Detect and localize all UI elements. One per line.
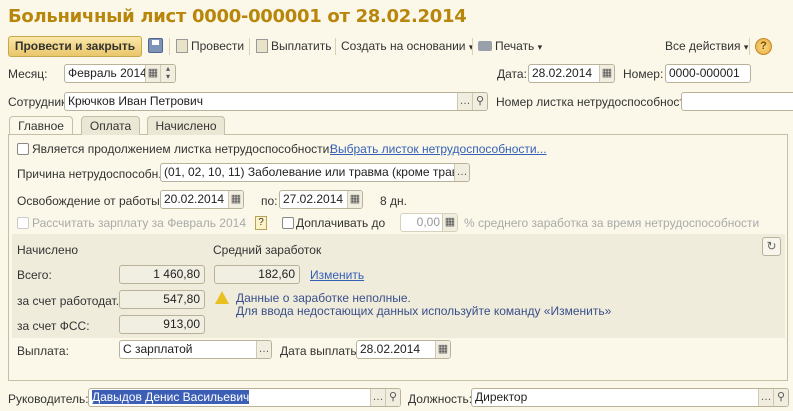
continuation-label: Является продолжением листка нетрудоспос… — [32, 142, 333, 156]
select-button[interactable]: … — [370, 389, 385, 406]
to-label: по: — [261, 194, 278, 208]
reason-field[interactable]: (01, 02, 10, 11) Заболевание или травма … — [160, 163, 470, 182]
month-label: Месяц: — [8, 67, 48, 81]
date-label: Дата: — [497, 67, 527, 81]
payment-date-field[interactable]: 28.02.2014 ▦ — [356, 340, 451, 359]
printer-icon — [478, 41, 492, 51]
calc-salary-label: Рассчитать зарплату за Февраль 2014 — [32, 216, 246, 230]
save-icon[interactable] — [148, 38, 163, 53]
fss-value: 913,00 — [119, 315, 205, 334]
date-field[interactable]: 28.02.2014 ▦ — [528, 64, 615, 83]
release-from-field[interactable]: 20.02.2014 ▦ — [160, 190, 244, 209]
warning-line2: Для ввода недостающих данных используйте… — [236, 304, 612, 318]
position-label: Должность: — [408, 392, 473, 406]
pay-icon — [256, 39, 268, 53]
select-button[interactable]: … — [256, 341, 271, 358]
help-button[interactable]: ? — [755, 38, 772, 55]
payment-date-label: Дата выплаты: — [280, 344, 363, 358]
payment-label: Выплата: — [17, 344, 69, 358]
manager-field[interactable]: Давыдов Денис Васильевич… ⚲ — [88, 388, 401, 407]
refresh-button[interactable]: ↻ — [762, 237, 781, 256]
topup-field: 0,00 ▦ — [400, 213, 458, 232]
position-field[interactable]: Директор… ⚲ — [471, 388, 789, 407]
calendar-icon[interactable]: ▦ — [599, 65, 614, 82]
print-menu[interactable]: Печать ▾ — [478, 36, 542, 57]
employee-field[interactable]: Крючков Иван Петрович… ⚲ — [64, 92, 488, 111]
total-label: Всего: — [17, 268, 52, 282]
page-title: Больничный лист 0000-000001 от 28.02.201… — [8, 6, 467, 27]
month-field[interactable]: Февраль 2014 ▦ ▴ ▾ — [64, 64, 176, 83]
number-label: Номер: — [623, 67, 664, 81]
warning-line1: Данные о заработке неполные. — [236, 291, 411, 305]
select-sheet-link[interactable]: Выбрать листок нетрудоспособности... — [330, 142, 547, 156]
fss-label: за счет ФСС: — [17, 319, 90, 333]
chevron-down-icon: ▾ — [537, 42, 543, 52]
spin-icon[interactable]: ▴ ▾ — [160, 65, 175, 82]
search-icon[interactable]: ⚲ — [472, 93, 487, 110]
post-and-close-button[interactable]: Провести и закрыть — [8, 36, 142, 57]
release-to-field[interactable]: 27.02.2014 ▦ — [279, 190, 363, 209]
chevron-down-icon: ▾ — [743, 42, 749, 52]
help-hint-icon[interactable]: ? — [255, 216, 267, 230]
calendar-icon[interactable]: ▦ — [347, 191, 362, 208]
topup-suffix: % среднего заработка за время нетрудоспо… — [464, 216, 760, 230]
avg-earnings-value: 182,60 — [214, 265, 300, 284]
avg-earnings-header: Средний заработок — [213, 243, 322, 257]
pay-button[interactable]: Выплатить — [256, 36, 332, 57]
reason-label: Причина нетрудоспособн.: — [17, 167, 165, 181]
select-button[interactable]: … — [454, 164, 469, 181]
select-button[interactable]: … — [457, 93, 472, 110]
employer-value: 547,80 — [119, 290, 205, 309]
change-link[interactable]: Изменить — [310, 268, 364, 282]
manager-label: Руководитель: — [8, 392, 89, 406]
number-field[interactable]: 0000-000001 — [665, 64, 751, 83]
employer-label: за счет работодат.: — [17, 294, 123, 308]
employee-label: Сотрудник: — [8, 95, 70, 109]
all-actions-menu[interactable]: Все действия ▾ — [665, 36, 748, 57]
search-icon[interactable]: ⚲ — [385, 389, 400, 406]
create-based-on-menu[interactable]: Создать на основании ▾ — [341, 36, 473, 57]
sheet-number-field[interactable] — [681, 92, 793, 111]
tab-payment[interactable]: Оплата — [81, 116, 140, 135]
tab-main[interactable]: Главное — [9, 116, 73, 134]
tab-accrued[interactable]: Начислено — [147, 116, 225, 135]
post-icon — [176, 39, 188, 53]
payment-field[interactable]: С зарплатой… — [119, 340, 272, 359]
release-label: Освобождение от работы с: — [17, 194, 173, 208]
calendar-icon[interactable]: ▦ — [228, 191, 243, 208]
select-button[interactable]: … — [758, 389, 773, 406]
calc-salary-checkbox — [17, 217, 29, 229]
continuation-checkbox[interactable] — [17, 143, 29, 155]
search-icon[interactable]: ⚲ — [773, 389, 788, 406]
calculator-icon: ▦ — [442, 214, 457, 231]
accrued-header: Начислено — [17, 243, 79, 257]
total-value: 1 460,80 — [119, 265, 205, 284]
calendar-icon[interactable]: ▦ — [145, 65, 160, 82]
topup-checkbox[interactable] — [282, 217, 294, 229]
post-button[interactable]: Провести — [176, 36, 244, 57]
topup-label: Доплачивать до — [296, 216, 386, 230]
sheet-number-label: Номер листка нетрудоспособности: — [496, 95, 695, 109]
days-count: 8 дн. — [380, 194, 407, 208]
warning-icon — [215, 291, 229, 304]
calendar-icon[interactable]: ▦ — [435, 341, 450, 358]
